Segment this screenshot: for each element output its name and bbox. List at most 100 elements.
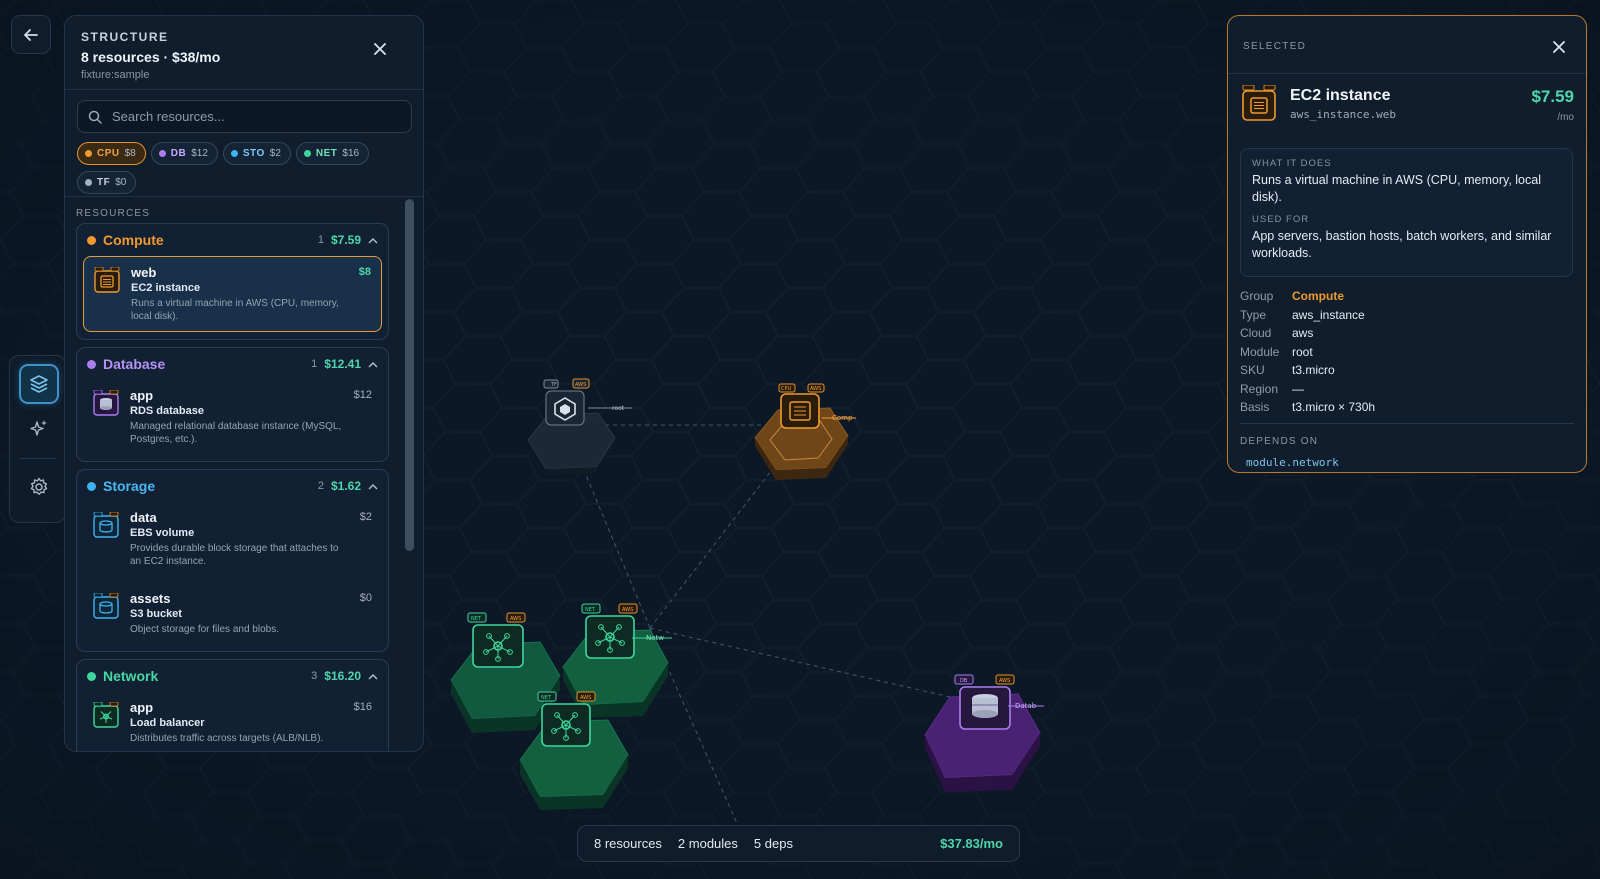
node-label-database: Datab — [1015, 702, 1037, 710]
resource-type: RDS database — [130, 405, 204, 417]
badge-tf: TF — [550, 382, 557, 388]
selected-divider — [1240, 423, 1574, 424]
chip-cost: $8 — [124, 148, 136, 159]
group-compute: Compute 1 $7.59 web EC2 instance Runs a — [76, 223, 389, 340]
resource-name: web — [131, 265, 157, 280]
prop-row: SKU t3.micro — [1240, 361, 1573, 380]
selected-panel: SELECTED EC2 instance aws_instance.web $… — [1227, 15, 1587, 473]
chip-net[interactable]: NET $16 — [295, 142, 370, 165]
group-count: 1 — [317, 234, 324, 246]
prop-value: aws — [1292, 326, 1314, 341]
resource-item-web[interactable]: web EC2 instance Runs a virtual machine … — [83, 256, 382, 332]
used-for-text: App servers, bastion hosts, batch worker… — [1252, 229, 1552, 260]
close-icon — [1553, 41, 1565, 53]
resource-type: S3 bucket — [130, 608, 182, 620]
chip-code: TF — [97, 177, 111, 188]
group-database: Database 1 $12.41 app RDS database Manag… — [76, 347, 389, 462]
selected-cost: $7.59 — [1531, 87, 1574, 106]
resource-item-app-lb[interactable]: app Load balancer Distributes traffic ac… — [83, 692, 382, 751]
load-balancer-icon — [93, 702, 119, 728]
structure-panel: STRUCTURE 8 resources · $38/mo fixture:s… — [64, 15, 424, 752]
group-dot — [87, 359, 96, 369]
prop-key: SKU — [1240, 363, 1265, 378]
node-label-root: root — [612, 405, 625, 412]
prop-key: Cloud — [1240, 326, 1272, 341]
chip-tf[interactable]: TF $0 — [77, 171, 137, 194]
group-storage: Storage 2 $1.62 data EBS volume Provides — [76, 469, 389, 652]
what-it-does-text: Runs a virtual machine in AWS (CPU, memo… — [1252, 173, 1541, 204]
chevron-up-icon[interactable] — [368, 361, 378, 368]
dependency-link[interactable]: module.network — [1246, 456, 1339, 469]
s3-icon — [93, 593, 119, 619]
chip-sto[interactable]: STO $2 — [222, 142, 291, 165]
chevron-up-icon[interactable] — [368, 673, 378, 680]
chip-dot — [230, 150, 238, 157]
search-box[interactable] — [77, 100, 412, 133]
prop-row: Basis t3.micro × 730h — [1240, 398, 1573, 417]
structure-subtitle: fixture:sample — [81, 69, 150, 81]
badge-net: NET — [471, 616, 482, 622]
category-filter-chips: CPU $8 DB $12 STO $2 NET $16 TF $0 — [77, 142, 417, 194]
group-count: 3 — [311, 670, 318, 682]
chevron-up-icon[interactable] — [368, 483, 378, 490]
back-button[interactable] — [11, 15, 51, 54]
group-header-database[interactable]: Database 1 $12.41 — [77, 348, 388, 380]
resource-type: EBS volume — [130, 527, 195, 539]
prop-key: Basis — [1240, 400, 1270, 415]
resource-cost: $8 — [358, 266, 371, 278]
badge-aws: AWS — [999, 678, 1010, 684]
resource-description: Provides durable block storage that atta… — [130, 543, 339, 567]
badge-aws: AWS — [575, 382, 586, 388]
resource-item-app-db[interactable]: app RDS database Managed relational data… — [83, 380, 382, 454]
prop-value: Compute — [1292, 289, 1344, 304]
close-structure-button[interactable] — [369, 38, 391, 60]
gear-icon — [30, 477, 48, 495]
prop-row: Cloud aws — [1240, 324, 1573, 343]
selected-address: aws_instance.web — [1290, 108, 1396, 121]
resource-item-assets[interactable]: assets S3 bucket Object storage for file… — [83, 583, 382, 644]
chip-cost: $0 — [115, 177, 127, 188]
resource-groups: Compute 1 $7.59 web EC2 instance Runs a — [76, 223, 389, 751]
resource-description: Distributes traffic across targets (ALB/… — [130, 733, 324, 744]
sparkles-button[interactable] — [19, 408, 59, 448]
chip-cpu[interactable]: CPU $8 — [77, 142, 146, 165]
prop-key: Group — [1240, 289, 1274, 304]
group-header-compute[interactable]: Compute 1 $7.59 — [77, 224, 388, 256]
group-dot — [87, 671, 96, 681]
chip-dot — [158, 150, 166, 157]
prop-value: t3.micro × 730h — [1292, 400, 1376, 415]
close-selected-button[interactable] — [1548, 36, 1570, 58]
prop-value: — — [1292, 381, 1304, 396]
prop-key: Type — [1240, 307, 1267, 322]
resource-type: Load balancer — [130, 717, 205, 729]
group-cost: $1.62 — [330, 479, 361, 493]
badge-aws: AWS — [510, 616, 521, 622]
badge-net: NET — [541, 695, 552, 701]
chevron-up-icon[interactable] — [368, 237, 378, 244]
badge-cpu: CPU — [781, 386, 792, 392]
ec2-icon — [1242, 85, 1276, 121]
ec2-icon — [94, 267, 120, 293]
resource-cost: $12 — [353, 389, 372, 401]
group-header-storage[interactable]: Storage 2 $1.62 — [77, 470, 388, 502]
resource-cost: $0 — [359, 592, 372, 604]
prop-key: Module — [1240, 344, 1280, 359]
what-it-does-label: WHAT IT DOES — [1252, 158, 1332, 169]
search-input[interactable] — [112, 109, 392, 124]
resource-item-data[interactable]: data EBS volume Provides durable block s… — [83, 502, 382, 576]
chip-db[interactable]: DB $12 — [150, 142, 218, 165]
group-name: Database — [103, 356, 166, 372]
group-cost: $12.41 — [324, 357, 361, 371]
node-label-compute: Comp — [832, 414, 853, 422]
group-name: Compute — [103, 232, 164, 248]
layers-button[interactable] — [19, 364, 59, 404]
group-header-network[interactable]: Network 3 $16.20 — [77, 660, 388, 692]
scrollbar-thumb[interactable] — [405, 199, 414, 551]
resource-name: app — [130, 388, 154, 403]
chip-code: STO — [242, 148, 265, 159]
settings-button[interactable] — [19, 467, 59, 507]
rds-icon — [93, 390, 119, 416]
resource-type: EC2 instance — [131, 282, 201, 294]
layers-icon — [30, 375, 48, 393]
sparkles-icon — [30, 420, 47, 436]
